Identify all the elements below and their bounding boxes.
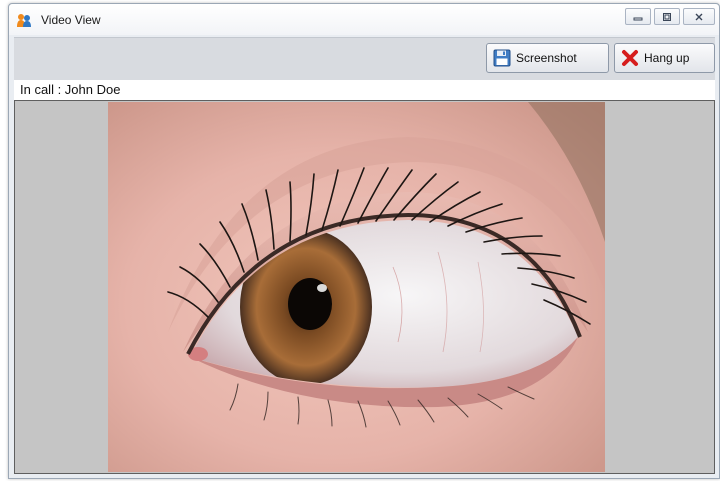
close-icon xyxy=(695,13,703,20)
video-area xyxy=(14,100,715,474)
minimize-icon xyxy=(633,17,643,20)
minimize-button[interactable] xyxy=(625,8,651,25)
call-status-bar: In call : John Doe xyxy=(14,80,715,100)
hang-up-button[interactable]: Hang up xyxy=(614,43,715,73)
call-status-text: In call : John Doe xyxy=(20,82,121,97)
remote-video-frame xyxy=(108,102,605,472)
call-toolbar: Screenshot Hang up xyxy=(14,37,715,80)
window-controls xyxy=(622,8,715,25)
floppy-disk-icon xyxy=(493,49,511,67)
hang-up-button-label: Hang up xyxy=(644,51,690,65)
screenshot-button-label: Screenshot xyxy=(516,51,577,65)
people-icon xyxy=(17,14,31,27)
red-x-icon xyxy=(622,50,638,66)
maximize-icon xyxy=(663,12,671,21)
maximize-button[interactable] xyxy=(654,8,680,25)
video-view-window: Video View Screenshot Hang up In call: … xyxy=(8,3,720,479)
close-button[interactable] xyxy=(683,8,715,25)
title-bar[interactable]: Video View xyxy=(9,4,719,35)
screenshot-button[interactable]: Screenshot xyxy=(486,43,609,73)
window-title: Video View xyxy=(41,13,101,27)
